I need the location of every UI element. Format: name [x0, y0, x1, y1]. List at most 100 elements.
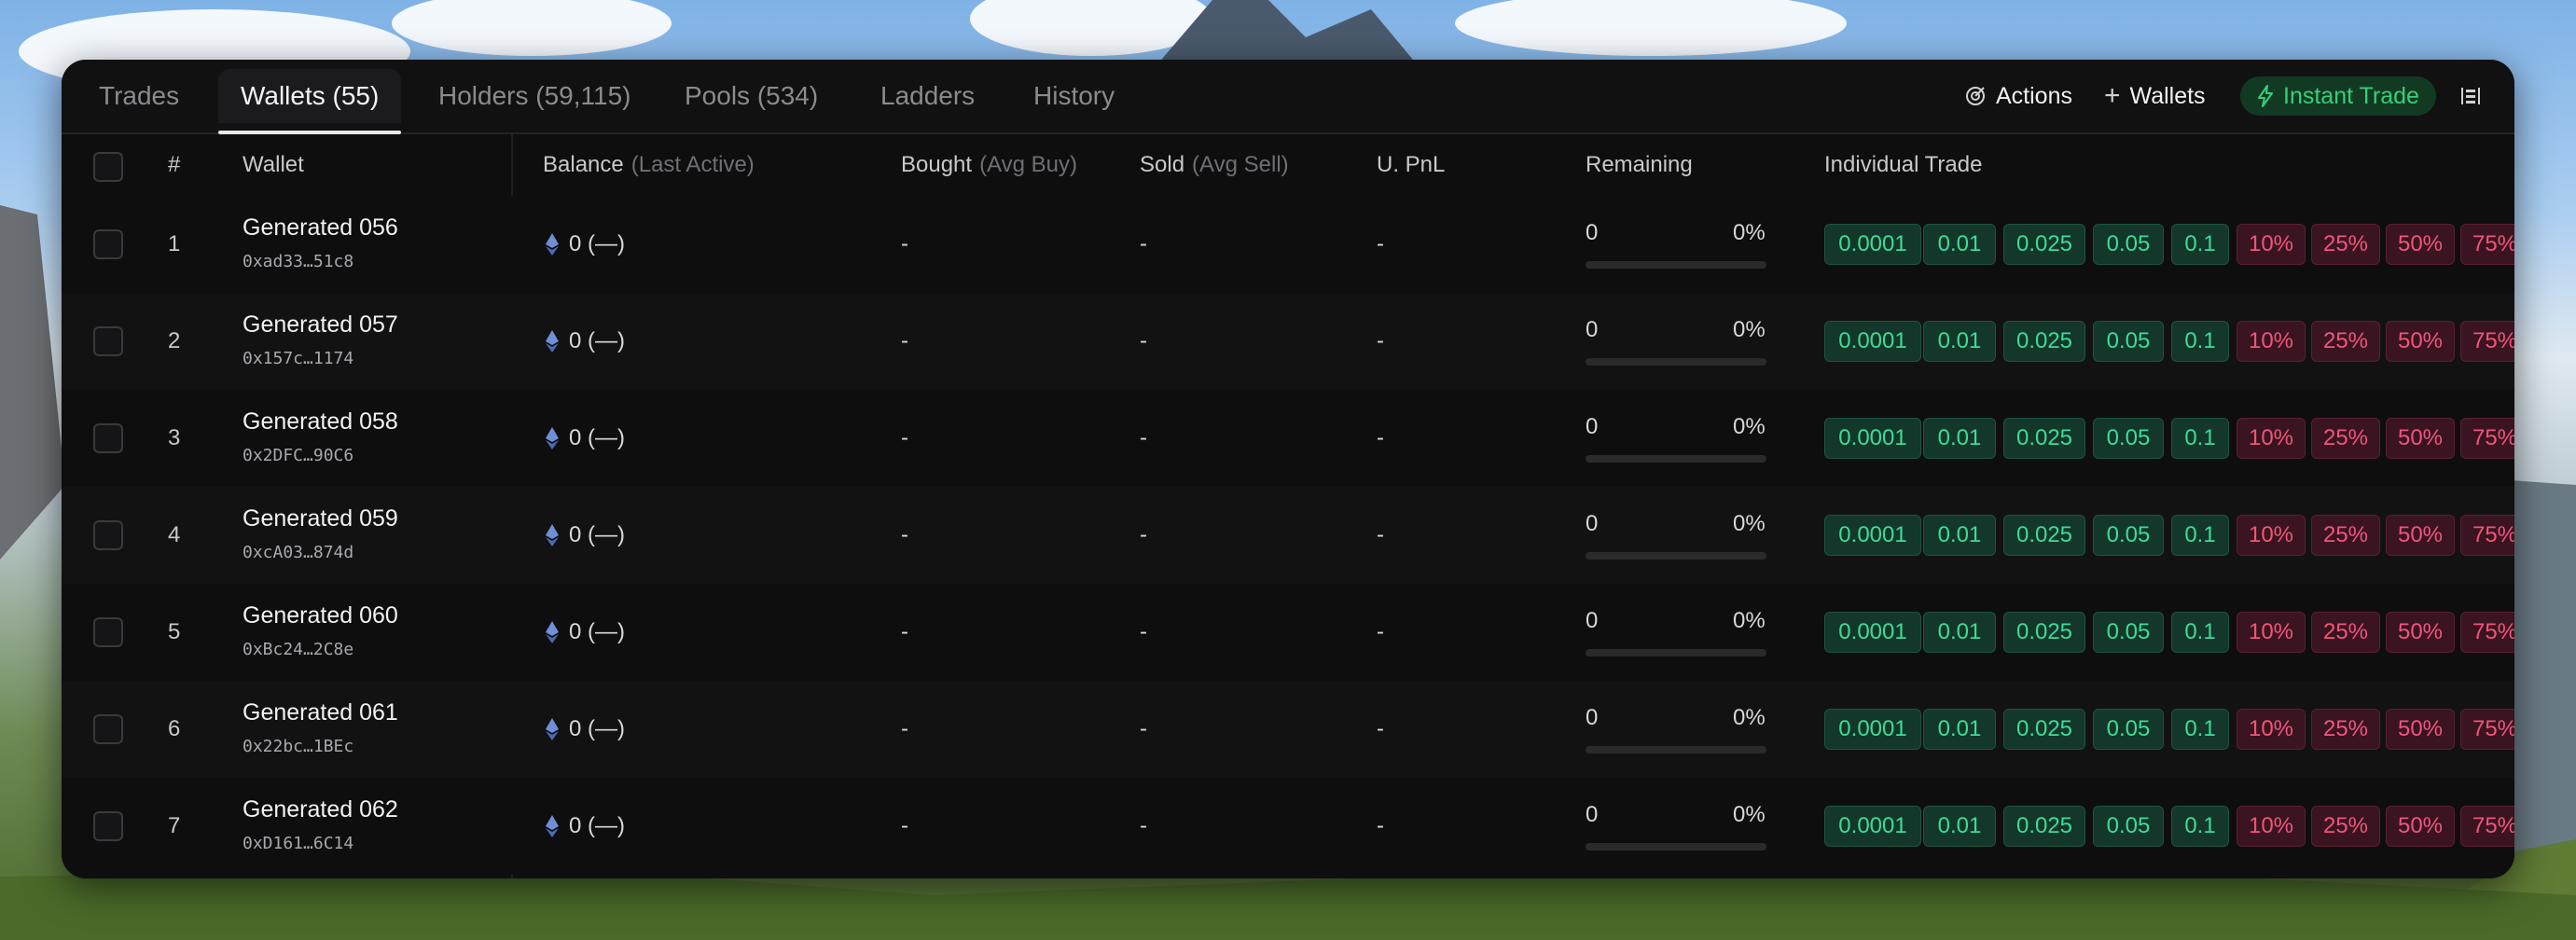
buy-button[interactable]: 0.0001	[1824, 806, 1921, 847]
table-row[interactable]: 5 Generated 060 0xBc24…2C8e 0 (—) - - - 0 0% 0.00…	[62, 584, 2514, 681]
sell-button[interactable]: 50%	[2386, 515, 2455, 556]
row-checkbox[interactable]	[93, 714, 123, 744]
sell-button[interactable]: 50%	[2386, 418, 2455, 459]
settings-button[interactable]	[2458, 76, 2483, 116]
buy-button[interactable]: 0.1	[2171, 321, 2229, 362]
tab-pools[interactable]: Pools (534)	[662, 69, 840, 123]
tab-ladders[interactable]: Ladders	[858, 69, 997, 123]
sell-button[interactable]: 10%	[2237, 709, 2306, 750]
sell-button[interactable]: 10%	[2237, 418, 2306, 459]
row-checkbox[interactable]	[93, 326, 123, 356]
buy-button[interactable]: 0.01	[1923, 806, 1996, 847]
wallet-address[interactable]: 0xad33…51c8	[242, 252, 353, 271]
sell-button[interactable]: 75%	[2460, 612, 2514, 653]
table-row[interactable]: 3 Generated 058 0x2DFC…90C6 0 (—) - - - 0 0% 0.00…	[62, 390, 2514, 487]
wallet-address[interactable]: 0x2DFC…90C6	[242, 446, 353, 465]
table-row[interactable]: 2 Generated 057 0x157c…1174 0 (—) - - - 0 0% 0.00…	[62, 293, 2514, 390]
sell-button[interactable]: 25%	[2311, 515, 2380, 556]
buy-button[interactable]: 0.025	[2003, 321, 2085, 362]
table-row[interactable]: 7 Generated 062 0xD161…6C14 0 (—) - - - 0 0% 0.00…	[62, 778, 2514, 875]
buy-button[interactable]: 0.05	[2093, 321, 2164, 362]
buy-button[interactable]: 0.01	[1923, 321, 1996, 362]
wallet-name[interactable]: Generated 061	[242, 699, 398, 726]
tab-wallets[interactable]: Wallets (55)	[218, 69, 402, 134]
sell-button[interactable]: 50%	[2386, 321, 2455, 362]
row-checkbox[interactable]	[93, 520, 123, 550]
sell-button[interactable]: 75%	[2460, 224, 2514, 265]
wallet-name[interactable]: Generated 062	[242, 796, 398, 823]
buy-button[interactable]: 0.1	[2171, 612, 2229, 653]
buy-button[interactable]: 0.0001	[1824, 515, 1921, 556]
wallet-address[interactable]: 0xBc24…2C8e	[242, 640, 353, 659]
buy-button[interactable]: 0.0001	[1824, 418, 1921, 459]
buy-button[interactable]: 0.1	[2171, 709, 2229, 750]
tab-history[interactable]: History	[1011, 69, 1137, 123]
buy-button[interactable]: 0.1	[2171, 806, 2229, 847]
wallet-address[interactable]: 0x22bc…1BEc	[242, 737, 353, 756]
sell-button[interactable]: 75%	[2460, 806, 2514, 847]
table-row[interactable]: 1 Generated 056 0xad33…51c8 0 (—) - - - 0 0% 0.00…	[62, 196, 2514, 293]
buy-button[interactable]: 0.05	[2093, 612, 2164, 653]
buy-button[interactable]: 0.025	[2003, 515, 2085, 556]
buy-button[interactable]: 0.01	[1923, 418, 1996, 459]
sell-button[interactable]: 50%	[2386, 709, 2455, 750]
buy-button[interactable]: 0.025	[2003, 709, 2085, 750]
buy-button[interactable]: 0.025	[2003, 806, 2085, 847]
buy-button[interactable]: 0.0001	[1824, 224, 1921, 265]
sell-button[interactable]: 25%	[2311, 709, 2380, 750]
wallet-address[interactable]: 0x157c…1174	[242, 349, 353, 368]
table-row[interactable]: 6 Generated 061 0x22bc…1BEc 0 (—) - - - 0 0% 0.00…	[62, 681, 2514, 778]
row-checkbox[interactable]	[93, 811, 123, 841]
buy-button[interactable]: 0.01	[1923, 515, 1996, 556]
sell-button[interactable]: 10%	[2237, 321, 2306, 362]
buy-button[interactable]: 0.05	[2093, 709, 2164, 750]
buy-button[interactable]: 0.01	[1923, 612, 1996, 653]
sell-button[interactable]: 25%	[2311, 612, 2380, 653]
sell-button[interactable]: 10%	[2237, 612, 2306, 653]
sell-button[interactable]: 75%	[2460, 515, 2514, 556]
sell-button[interactable]: 10%	[2237, 515, 2306, 556]
buy-button[interactable]: 0.1	[2171, 224, 2229, 265]
wallet-address[interactable]: 0xcA03…874d	[242, 543, 353, 562]
row-checkbox[interactable]	[93, 617, 123, 647]
buy-button[interactable]: 0.05	[2093, 224, 2164, 265]
sell-button[interactable]: 25%	[2311, 806, 2380, 847]
sell-button[interactable]: 75%	[2460, 321, 2514, 362]
tab-trades[interactable]: Trades	[76, 69, 201, 123]
buy-button[interactable]: 0.05	[2093, 418, 2164, 459]
buy-button[interactable]: 0.1	[2171, 515, 2229, 556]
sell-button[interactable]: 25%	[2311, 418, 2380, 459]
add-wallets-button[interactable]: + Wallets	[2104, 76, 2206, 116]
row-checkbox[interactable]	[93, 229, 123, 259]
buy-button[interactable]: 0.025	[2003, 418, 2085, 459]
buy-button[interactable]: 0.0001	[1824, 709, 1921, 750]
sell-button[interactable]: 75%	[2460, 418, 2514, 459]
sell-button[interactable]: 75%	[2460, 709, 2514, 750]
buy-button[interactable]: 0.0001	[1824, 321, 1921, 362]
buy-button[interactable]: 0.0001	[1824, 612, 1921, 653]
buy-button[interactable]: 0.01	[1923, 709, 1996, 750]
tab-holders[interactable]: Holders (59,115)	[416, 69, 653, 123]
sell-button[interactable]: 10%	[2237, 806, 2306, 847]
buy-button[interactable]: 0.1	[2171, 418, 2229, 459]
sell-button[interactable]: 25%	[2311, 224, 2380, 265]
actions-button[interactable]: Actions	[1964, 76, 2072, 116]
table-row[interactable]: 4 Generated 059 0xcA03…874d 0 (—) - - - 0 0% 0.00…	[62, 487, 2514, 584]
buy-button[interactable]: 0.05	[2093, 515, 2164, 556]
wallet-name[interactable]: Generated 059	[242, 505, 398, 532]
wallet-name[interactable]: Generated 056	[242, 214, 398, 242]
wallet-name[interactable]: Generated 057	[242, 311, 398, 339]
buy-button[interactable]: 0.025	[2003, 224, 2085, 265]
select-all-checkbox[interactable]	[93, 152, 123, 182]
row-checkbox[interactable]	[93, 423, 123, 453]
wallet-name[interactable]: Generated 060	[242, 602, 398, 629]
sell-button[interactable]: 25%	[2311, 321, 2380, 362]
buy-button[interactable]: 0.025	[2003, 612, 2085, 653]
buy-button[interactable]: 0.01	[1923, 224, 1996, 265]
sell-button[interactable]: 10%	[2237, 224, 2306, 265]
sell-button[interactable]: 50%	[2386, 806, 2455, 847]
instant-trade-button[interactable]: Instant Trade	[2240, 76, 2436, 116]
sell-button[interactable]: 50%	[2386, 224, 2455, 265]
sell-button[interactable]: 50%	[2386, 612, 2455, 653]
wallet-address[interactable]: 0xD161…6C14	[242, 834, 353, 853]
